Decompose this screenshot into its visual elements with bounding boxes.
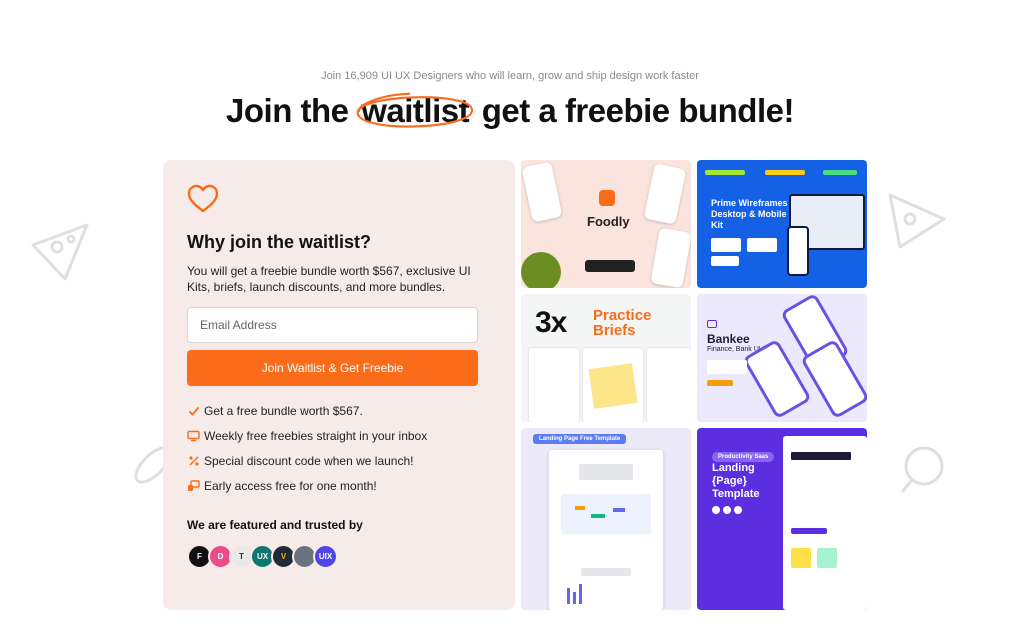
benefit-item: Get a free bundle worth $567. xyxy=(187,398,427,423)
tile-title: Prime Wireframes Desktop & Mobile Kit xyxy=(711,198,788,230)
featured-logos: F D T UX V UIX xyxy=(187,544,338,569)
landing-page-template-preview[interactable]: Landing Page Free Template xyxy=(521,428,691,610)
benefit-item: Special discount code when we launch! xyxy=(187,448,427,473)
foodly-preview[interactable]: Foodly xyxy=(521,160,691,288)
featured-label: We are featured and trusted by xyxy=(187,518,363,532)
bankee-preview[interactable]: Bankee Finance, Bank UI Kit xyxy=(697,294,867,422)
waitlist-card: Why join the waitlist? You will get a fr… xyxy=(163,160,515,610)
pizza-doodle-icon xyxy=(31,223,89,281)
uix-logo-icon: UIX xyxy=(313,544,338,569)
benefit-item: Early access free for one month! xyxy=(187,473,427,498)
tile-subtitle: Practice Briefs xyxy=(593,307,652,339)
card-description: You will get a freebie bundle worth $567… xyxy=(187,264,471,294)
headline-after: get a freebie bundle! xyxy=(481,92,795,129)
search-doodle-icon xyxy=(900,446,944,493)
page-headline: Join the waitlist get a freebie bundle! xyxy=(0,92,1020,130)
monitor-icon xyxy=(187,429,200,442)
rocket-icon xyxy=(187,479,200,492)
benefit-text: Weekly free freebies straight in your in… xyxy=(204,428,428,443)
headline-before: Join the xyxy=(226,92,349,129)
headline-highlight: waitlist xyxy=(356,92,474,130)
tile-title: 3x xyxy=(535,306,567,339)
email-field[interactable] xyxy=(187,307,478,343)
tile-badge: Landing Page Free Template xyxy=(533,434,627,444)
percent-icon xyxy=(187,454,200,467)
join-waitlist-button[interactable]: Join Waitlist & Get Freebie xyxy=(187,350,478,386)
tile-badge: Productivity Saas xyxy=(712,452,775,462)
practice-briefs-preview[interactable]: 3x Practice Briefs xyxy=(521,294,691,422)
page-subtitle: Join 16,909 UI UX Designers who will lea… xyxy=(321,70,699,82)
tile-title: Foodly xyxy=(587,214,630,229)
tile-title: Landing {Page} Template xyxy=(712,462,760,500)
benefit-item: Weekly free freebies straight in your in… xyxy=(187,423,427,448)
card-heading: Why join the waitlist? xyxy=(187,232,371,252)
pizza-doodle-icon xyxy=(888,193,946,249)
check-icon xyxy=(187,404,200,417)
benefits-list: Get a free bundle worth $567. Weekly fre… xyxy=(187,398,427,498)
tile-title: Bankee xyxy=(707,332,750,346)
prime-wireframes-preview[interactable]: Prime Wireframes Desktop & Mobile Kit xyxy=(697,160,867,288)
benefit-text: Special discount code when we launch! xyxy=(204,453,414,468)
benefit-text: Early access free for one month! xyxy=(204,478,377,493)
scribble-circle-icon xyxy=(356,92,474,128)
benefit-text: Get a free bundle worth $567. xyxy=(204,403,363,418)
heart-icon xyxy=(187,184,219,213)
productivity-saas-preview[interactable]: Productivity Saas Landing {Page} Templat… xyxy=(697,428,867,610)
